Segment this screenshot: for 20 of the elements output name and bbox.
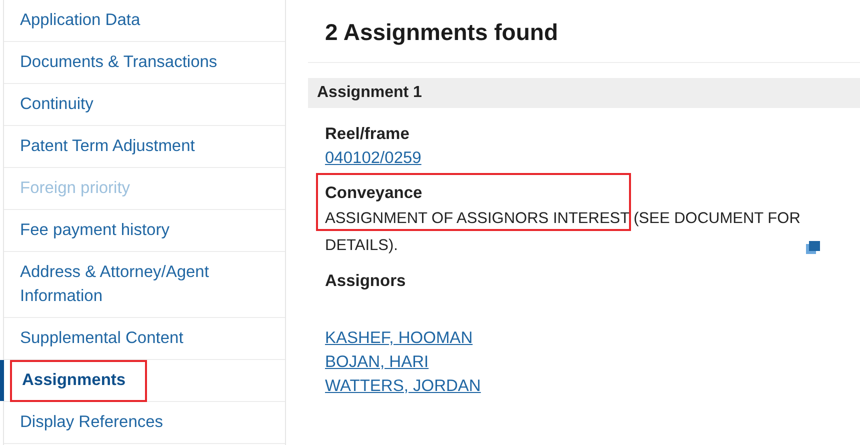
field-label: Reel/frame <box>325 124 410 145</box>
sidebar-item[interactable]: Address & Attorney/Agent Information <box>4 252 285 318</box>
sidebar-item[interactable]: Assignments <box>4 360 285 402</box>
assignor-link[interactable]: KASHEF, HOOMAN <box>325 326 473 350</box>
assignor-link[interactable]: WATTERS, JORDAN <box>325 374 481 398</box>
pdf-icon[interactable] <box>806 240 820 254</box>
assignor-link[interactable]: BOJAN, HARI <box>325 350 429 374</box>
sidebar-item[interactable]: Supplemental Content <box>4 318 285 360</box>
sidebar-item[interactable]: Documents & Transactions <box>4 42 285 84</box>
sidebar-item[interactable]: Application Data <box>4 0 285 42</box>
field-label: Conveyance <box>325 182 424 204</box>
page-heading: 2 Assignments found <box>324 18 559 47</box>
field-label: Assignors <box>325 270 407 292</box>
sidebar-item[interactable]: Patent Term Adjustment <box>4 126 285 168</box>
reel-frame-link[interactable]: 040102/0259 <box>325 149 422 167</box>
sidebar-item[interactable]: Display References <box>4 402 285 444</box>
sidebar-item[interactable]: Continuity <box>4 84 285 126</box>
sidebar-item[interactable]: Fee payment history <box>4 210 285 252</box>
conveyance-text: ASSIGNMENT OF ASSIGNORS INTEREST (SEE DOCUMENT FOR DETAILS). <box>325 210 800 254</box>
section-header: Assignment 1 <box>308 78 860 108</box>
